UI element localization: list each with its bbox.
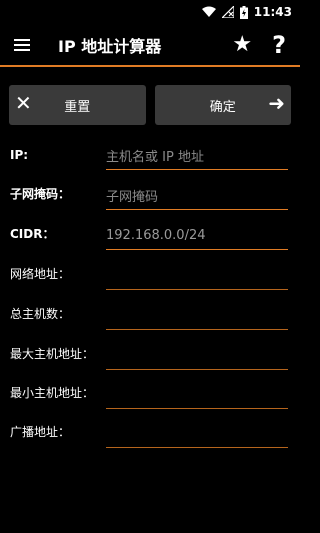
min-host-output [106,380,288,409]
app-bar-divider [0,65,300,67]
network-label: 网络地址： [10,267,71,281]
status-time: 11:43 [253,5,292,19]
min-host-row: 最小主机地址： [10,373,288,409]
total-hosts-row: 总主机数： [10,294,288,330]
no-signal-icon [221,6,234,18]
app-bar: IP 地址计算器 ★ ? [0,24,300,65]
max-host-output [106,341,288,370]
ip-row: IP: 主机名或 IP 地址 [10,134,288,170]
ip-input[interactable]: 主机名或 IP 地址 [106,141,288,170]
cidr-row: CIDR： 192.168.0.0/24 [10,214,288,250]
subnet-row: 子网掩码： 子网掩码 [10,174,288,210]
cidr-label: CIDR： [10,227,55,241]
page-title: IP 地址计算器 [58,36,162,56]
network-output [106,261,288,290]
total-hosts-label: 总主机数： [10,307,71,321]
broadcast-label: 广播地址： [10,425,71,439]
ip-label: IP: [10,148,29,162]
reset-button[interactable]: ✕ 重置 [9,85,146,125]
arrow-right-icon: ➜ [268,91,285,115]
broadcast-output [106,419,288,448]
action-buttons: ✕ 重置 确定 ➜ [9,85,291,125]
help-icon[interactable]: ? [272,33,286,57]
close-icon: ✕ [15,91,32,115]
battery-charging-icon [239,5,248,19]
subnet-input[interactable]: 子网掩码 [106,181,288,210]
broadcast-row: 广播地址： [10,412,288,448]
min-host-label: 最小主机地址： [10,386,95,400]
max-host-label: 最大主机地址： [10,347,95,361]
network-row: 网络地址： [10,254,288,290]
star-icon[interactable]: ★ [232,33,252,56]
subnet-label: 子网掩码： [10,187,71,201]
max-host-row: 最大主机地址： [10,334,288,370]
wifi-icon [201,6,216,17]
cidr-input[interactable]: 192.168.0.0/24 [106,221,288,250]
confirm-button[interactable]: 确定 ➜ [154,85,291,125]
total-hosts-output [106,301,288,330]
menu-icon[interactable] [14,38,30,51]
status-bar: 11:43 [0,0,300,24]
